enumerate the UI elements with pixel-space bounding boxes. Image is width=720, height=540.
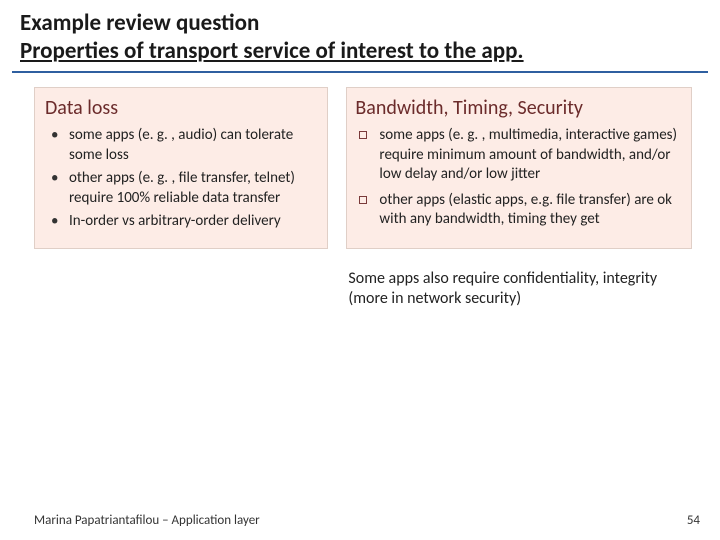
title-line-2: Properties of transport service of inter…	[20, 38, 700, 66]
title-block: Example review question Properties of tr…	[0, 0, 720, 69]
footer-author: Marina Papatriantafilou – Application la…	[34, 513, 260, 528]
data-loss-box: Data loss some apps (e. g. , audio) can …	[34, 87, 328, 249]
data-loss-list: some apps (e. g. , audio) can tolerate s…	[45, 126, 317, 232]
list-item: other apps (elastic apps, e.g. file tran…	[375, 191, 683, 230]
page-number: 54	[687, 513, 700, 528]
list-item: In-order vs arbitrary-order delivery	[65, 212, 317, 232]
list-item: some apps (e. g. , multimedia, interacti…	[375, 126, 683, 185]
list-item: other apps (e. g. , file transfer, telne…	[65, 169, 317, 208]
list-item: some apps (e. g. , audio) can tolerate s…	[65, 126, 317, 165]
slide: Example review question Properties of tr…	[0, 0, 720, 540]
data-loss-heading: Data loss	[45, 96, 317, 120]
content-columns: Data loss some apps (e. g. , audio) can …	[0, 73, 720, 310]
bandwidth-box: Bandwidth, Timing, Security some apps (e…	[346, 87, 692, 249]
left-column: Data loss some apps (e. g. , audio) can …	[34, 87, 328, 310]
right-column: Bandwidth, Timing, Security some apps (e…	[346, 87, 692, 310]
title-line-1: Example review question	[20, 10, 700, 38]
bandwidth-list: some apps (e. g. , multimedia, interacti…	[355, 126, 683, 230]
bandwidth-heading: Bandwidth, Timing, Security	[355, 96, 683, 120]
footer: Marina Papatriantafilou – Application la…	[34, 513, 700, 528]
security-note: Some apps also require confidentiality, …	[346, 259, 692, 311]
